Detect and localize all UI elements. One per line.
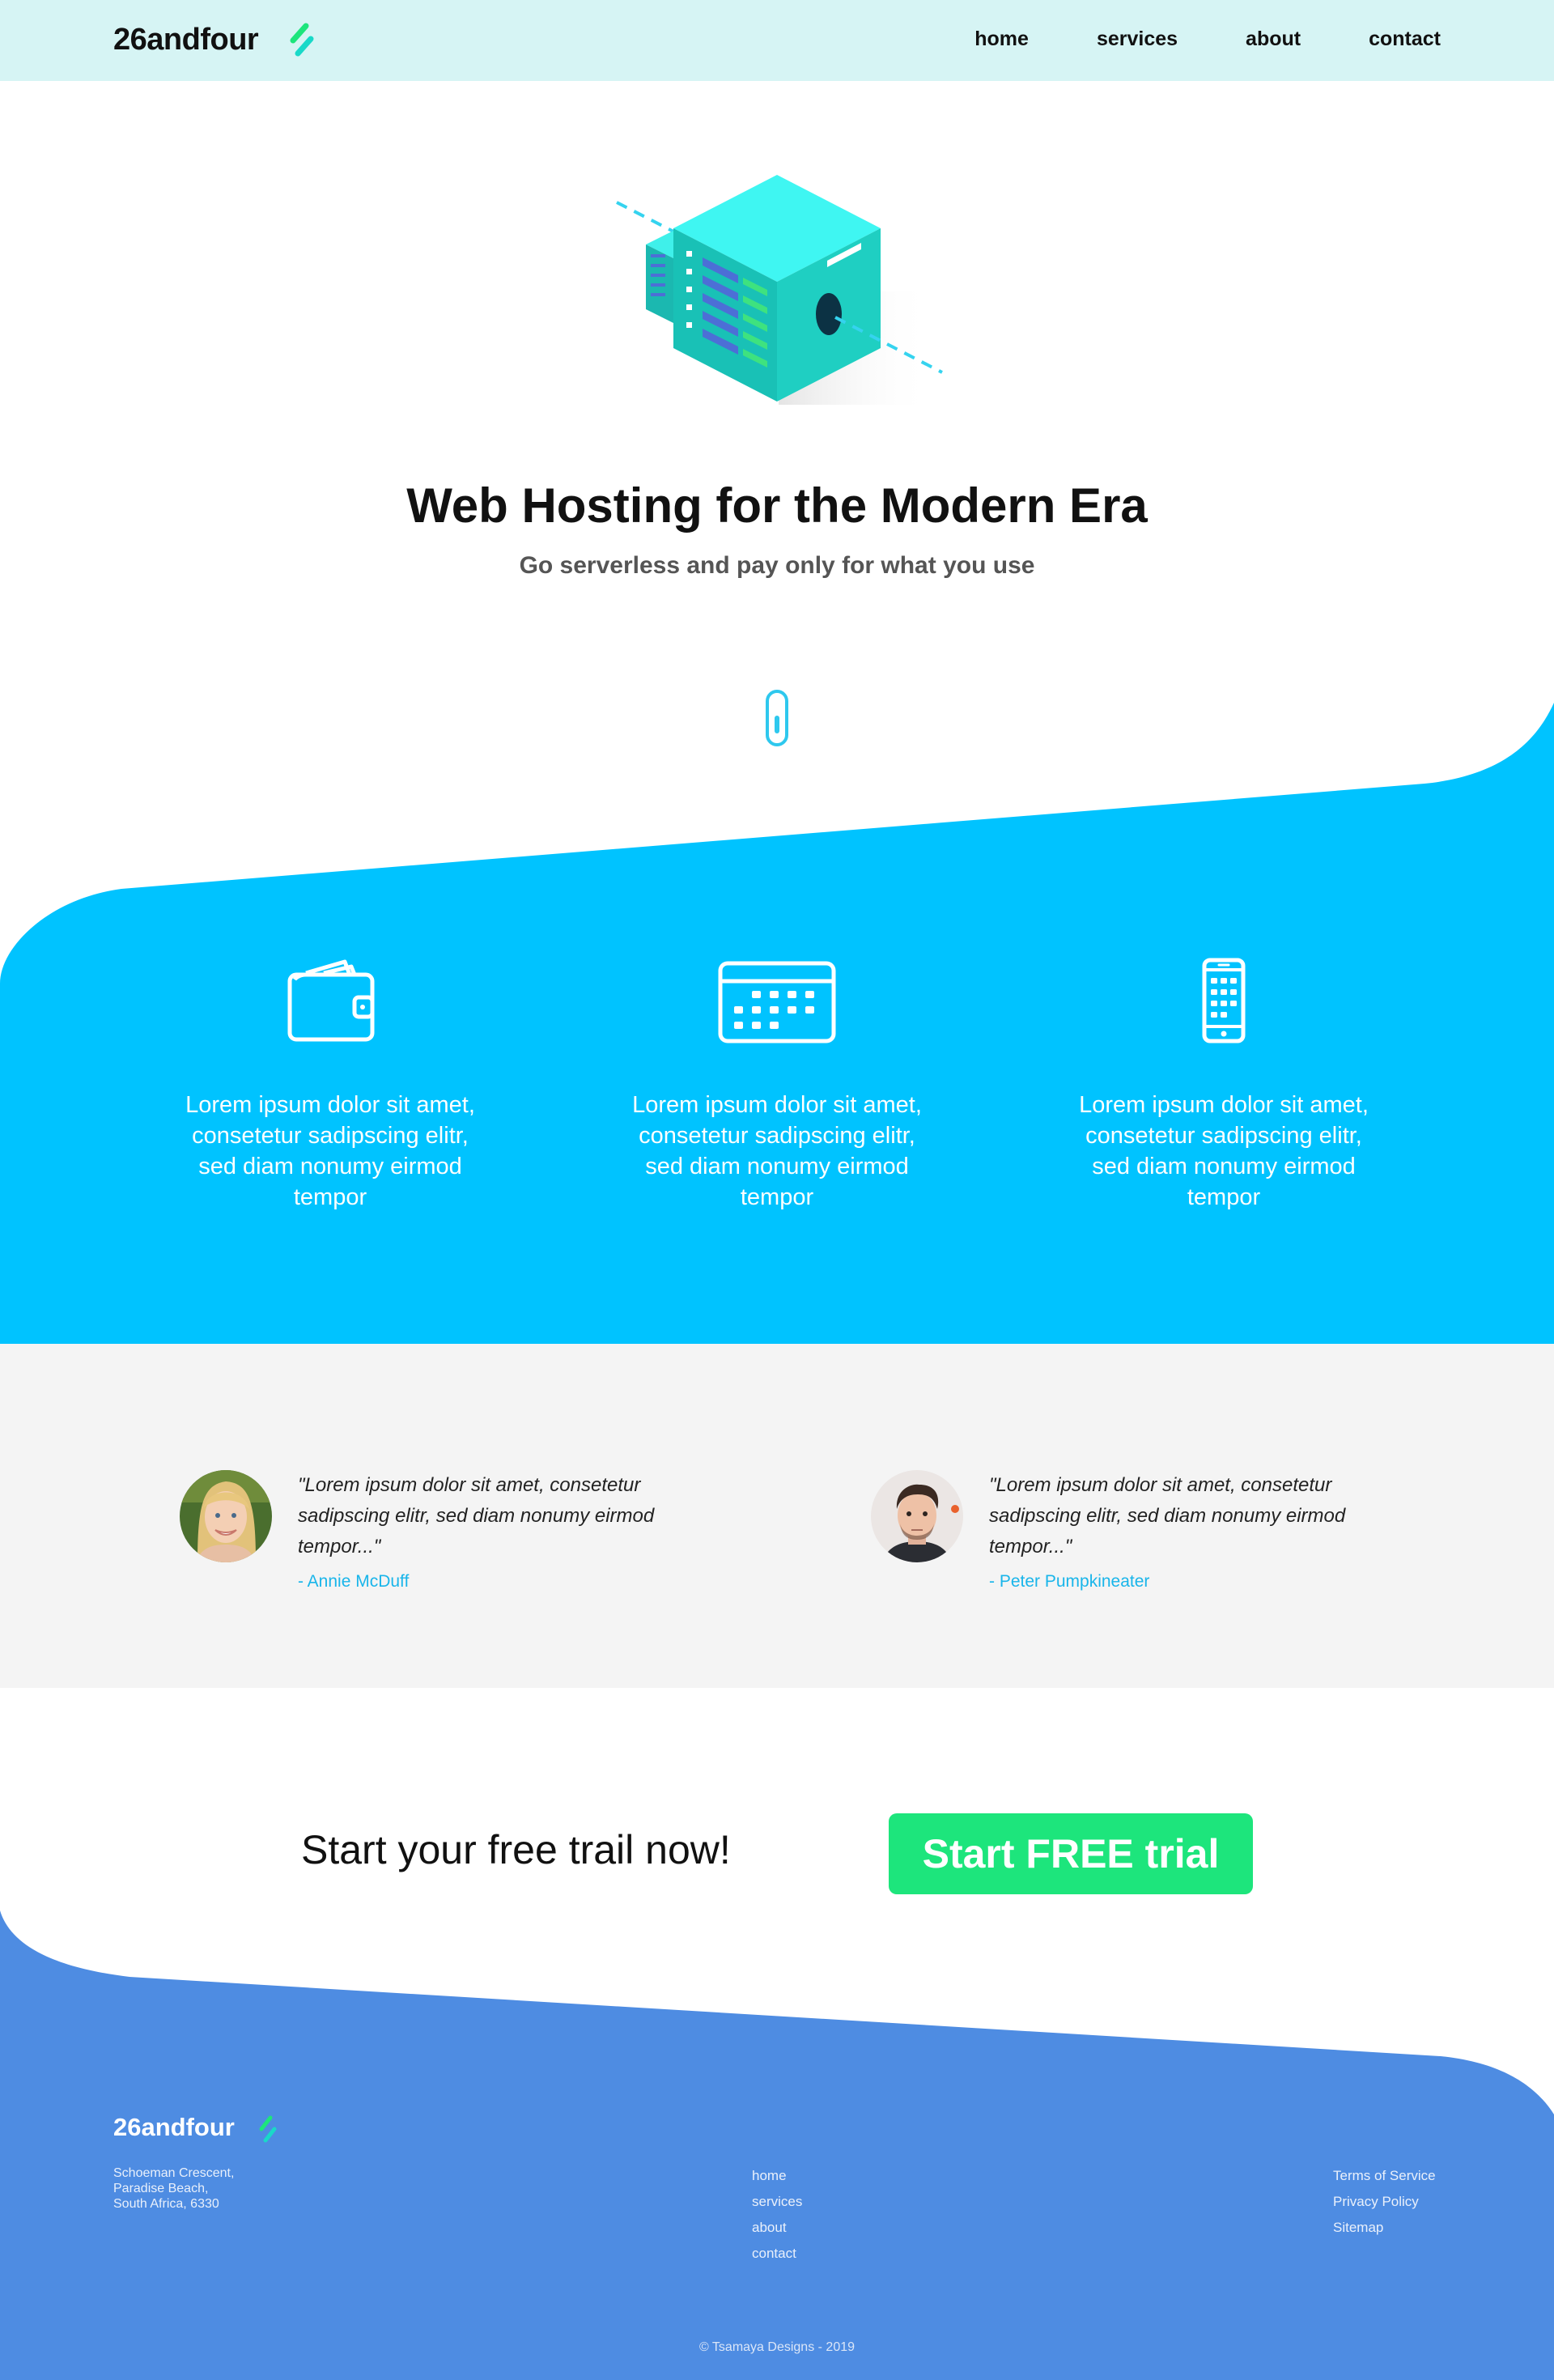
hero-subtitle: Go serverless and pay only for what you …: [519, 552, 1035, 579]
main-nav: home services about contact: [974, 28, 1441, 51]
testimonial-quote: "Lorem ipsum dolor sit amet, consetetur …: [298, 1474, 655, 1558]
cta-heading: Start your free trail now!: [301, 1827, 731, 1872]
sitemap-link[interactable]: Sitemap: [1333, 2215, 1436, 2241]
footer-about-link[interactable]: about: [752, 2215, 802, 2241]
footer-brand[interactable]: 26andfour: [113, 2113, 235, 2142]
testimonial-author: - Peter Pumpkineater: [989, 1572, 1150, 1591]
privacy-policy-link[interactable]: Privacy Policy: [1333, 2189, 1436, 2215]
nav-services-link[interactable]: services: [1097, 28, 1178, 51]
wallet-icon: [287, 959, 375, 1042]
footer-nav: home services about contact: [752, 2163, 802, 2267]
brand-logo-text[interactable]: 26andfour: [113, 23, 259, 57]
feature-card-wallet: Lorem ipsum dolor sit amet, consetetur s…: [176, 955, 484, 1213]
feature-text-calendar: Lorem ipsum dolor sit amet, consetetur s…: [632, 1092, 922, 1210]
footer-contact-link[interactable]: contact: [752, 2241, 802, 2267]
terms-of-service-link[interactable]: Terms of Service: [1333, 2163, 1436, 2189]
footer-legal: Terms of Service Privacy Policy Sitemap: [1333, 2163, 1436, 2241]
start-free-trial-button[interactable]: Start FREE trial: [889, 1813, 1253, 1894]
footer-brand-slash-icon: [259, 2115, 277, 2143]
footer-services-link[interactable]: services: [752, 2189, 802, 2215]
footer-address: Schoeman Crescent, Paradise Beach, South…: [113, 2165, 234, 2212]
testimonial-author: - Annie McDuff: [298, 1572, 410, 1591]
address-line: South Africa, 6330: [113, 2197, 219, 2211]
avatar-annie: [180, 1470, 272, 1562]
address-line: Paradise Beach,: [113, 2182, 209, 2195]
feature-card-mobile: Lorem ipsum dolor sit amet, consetetur s…: [1070, 955, 1378, 1213]
avatar-peter: [871, 1470, 963, 1562]
nav-contact-link[interactable]: contact: [1369, 28, 1441, 51]
calendar-icon: [718, 961, 836, 1043]
feature-card-calendar: Lorem ipsum dolor sit amet, consetetur s…: [623, 955, 931, 1213]
nav-home-link[interactable]: home: [974, 28, 1029, 51]
top-navigation: 26andfour home services about contact: [0, 0, 1554, 81]
nav-about-link[interactable]: about: [1246, 28, 1301, 51]
copyright-text: © Tsamaya Designs - 2019: [698, 2340, 856, 2354]
testimonial-quote: "Lorem ipsum dolor sit amet, consetetur …: [989, 1474, 1346, 1558]
hero-title: Web Hosting for the Modern Era: [406, 478, 1148, 533]
mobile-phone-icon: [1202, 958, 1246, 1043]
brand-slash-icon: [290, 23, 314, 57]
feature-text-wallet: Lorem ipsum dolor sit amet, consetetur s…: [185, 1092, 475, 1210]
feature-text-mobile: Lorem ipsum dolor sit amet, consetetur s…: [1079, 1092, 1369, 1210]
testimonials-section: "Lorem ipsum dolor sit amet, consetetur …: [0, 1344, 1554, 1688]
server-cube-illustration: [616, 175, 943, 405]
address-line: Schoeman Crescent,: [113, 2166, 235, 2180]
footer-home-link[interactable]: home: [752, 2163, 802, 2189]
